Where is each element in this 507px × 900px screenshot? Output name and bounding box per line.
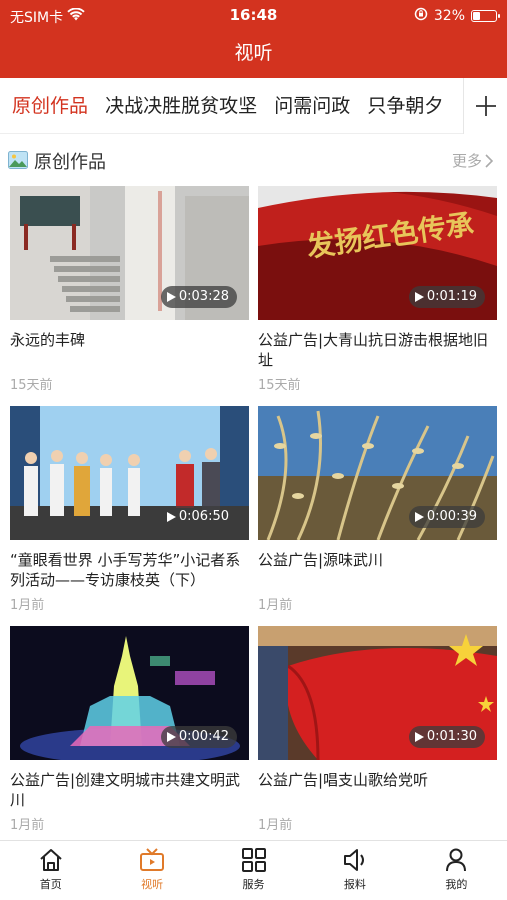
- video-card[interactable]: 发扬红色传承 0:01:19 公益广告|大青山抗日游击根据地旧址 15天前: [258, 186, 497, 393]
- orientation-lock-icon: [414, 7, 428, 25]
- battery-percent: 32%: [433, 8, 465, 24]
- plus-icon: [476, 96, 496, 116]
- video-title[interactable]: 公益广告|大青山抗日游击根据地旧址: [258, 330, 497, 370]
- tabs-scroll[interactable]: 原创作品 决战决胜脱贫攻坚 问需问政 只争朝夕: [0, 78, 462, 134]
- play-icon: [166, 292, 176, 302]
- video-time: 1月前: [10, 598, 45, 613]
- section-title: 原创作品: [34, 152, 106, 173]
- nav-report[interactable]: 报料: [304, 841, 405, 900]
- nav-label: 服务: [242, 878, 265, 891]
- video-title[interactable]: 公益广告|源味武川: [258, 550, 497, 590]
- video-thumbnail[interactable]: 0:06:50: [10, 406, 249, 540]
- page-title: 视听: [0, 32, 507, 78]
- duration-text: 0:01:30: [426, 729, 477, 744]
- duration-badge: 0:01:19: [408, 286, 485, 308]
- nav-label: 我的: [445, 878, 468, 891]
- chevron-right-icon: [485, 153, 493, 168]
- more-link[interactable]: 更多: [452, 150, 493, 171]
- status-right: 32%: [414, 7, 500, 25]
- video-time: 1月前: [10, 818, 45, 833]
- video-time: 1月前: [258, 598, 293, 613]
- video-thumbnail[interactable]: 0:00:42: [10, 626, 249, 760]
- category-tabs: 原创作品 决战决胜脱贫攻坚 问需问政 只争朝夕: [0, 78, 507, 134]
- grid-icon: [241, 848, 266, 872]
- video-card[interactable]: 0:00:39 公益广告|源味武川 1月前: [258, 406, 497, 613]
- bottom-nav: 首页 视听 服务 报料 我的: [0, 840, 507, 900]
- video-thumbnail[interactable]: 0:03:28: [10, 186, 249, 320]
- video-title[interactable]: 公益广告|创建文明城市共建文明武川: [10, 770, 249, 810]
- nav-av[interactable]: 视听: [101, 841, 202, 900]
- duration-text: 0:06:50: [178, 509, 229, 524]
- play-icon: [414, 512, 424, 522]
- nav-mine[interactable]: 我的: [406, 841, 507, 900]
- tab-poverty-alleviation[interactable]: 决战决胜脱贫攻坚: [105, 78, 257, 134]
- duration-badge: 0:06:50: [160, 506, 237, 528]
- video-card[interactable]: 0:06:50 “童眼看世界 小手写芳华”小记者系列活动——专访康枝英（下） 1…: [10, 406, 249, 613]
- video-thumbnail[interactable]: 0:01:30: [258, 626, 497, 760]
- video-card[interactable]: 0:00:42 公益广告|创建文明城市共建文明武川 1月前: [10, 626, 249, 833]
- tab-original-works[interactable]: 原创作品: [12, 78, 88, 134]
- duration-text: 0:03:28: [178, 289, 229, 304]
- battery-icon: [471, 10, 500, 22]
- speaker-icon: [343, 849, 364, 871]
- video-card[interactable]: 0:03:28 永远的丰碑 15天前: [10, 186, 249, 393]
- duration-badge: 0:03:28: [160, 286, 237, 308]
- tv-icon: [140, 848, 165, 871]
- video-time: 15天前: [10, 378, 53, 393]
- section-header: 原创作品 更多: [0, 140, 507, 180]
- play-icon: [166, 512, 176, 522]
- play-icon: [414, 732, 424, 742]
- nav-label: 首页: [39, 878, 62, 891]
- add-tab-button[interactable]: [463, 78, 507, 134]
- duration-badge: 0:01:30: [408, 726, 485, 748]
- nav-home[interactable]: 首页: [0, 841, 101, 900]
- video-time: 15天前: [258, 378, 301, 393]
- video-title[interactable]: 永远的丰碑: [10, 330, 249, 370]
- play-icon: [414, 292, 424, 302]
- nav-label: 视听: [141, 878, 164, 891]
- play-icon: [166, 732, 176, 742]
- home-icon: [40, 849, 62, 871]
- duration-badge: 0:00:39: [408, 506, 485, 528]
- person-icon: [446, 848, 467, 872]
- nav-services[interactable]: 服务: [203, 841, 304, 900]
- video-thumbnail[interactable]: 0:00:39: [258, 406, 497, 540]
- duration-text: 0:01:19: [426, 289, 477, 304]
- duration-text: 0:00:42: [178, 729, 229, 744]
- video-thumbnail[interactable]: 发扬红色传承 0:01:19: [258, 186, 497, 320]
- duration-text: 0:00:39: [426, 509, 477, 524]
- video-time: 1月前: [258, 818, 293, 833]
- video-title[interactable]: “童眼看世界 小手写芳华”小记者系列活动——专访康枝英（下）: [10, 550, 249, 590]
- duration-badge: 0:00:42: [160, 726, 237, 748]
- status-bar: 无SIM卡 16:48 32%: [0, 0, 507, 32]
- video-card[interactable]: 0:01:30 公益广告|唱支山歌给党听 1月前: [258, 626, 497, 833]
- video-title[interactable]: 公益广告|唱支山歌给党听: [258, 770, 497, 810]
- tab-ask-government[interactable]: 问需问政: [274, 78, 350, 134]
- battery-level: [473, 12, 480, 20]
- picture-icon: [8, 151, 28, 173]
- nav-label: 报料: [343, 878, 366, 891]
- more-label: 更多: [451, 152, 482, 170]
- tab-seize-the-day[interactable]: 只争朝夕: [367, 78, 443, 134]
